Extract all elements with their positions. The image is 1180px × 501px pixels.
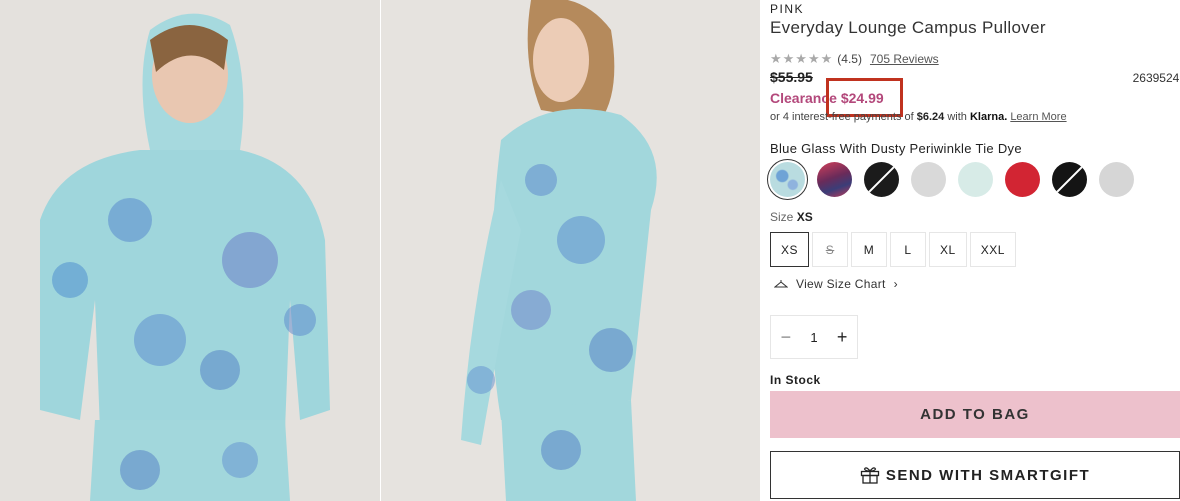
size-option-xxl[interactable]: XXL [969, 232, 1016, 267]
klarna-prefix: or 4 interest-free payments of [770, 111, 917, 123]
size-chart-label: View Size Chart [796, 277, 886, 291]
size-option-l[interactable]: L [890, 232, 927, 267]
product-title: Everyday Lounge Campus Pullover [770, 18, 1046, 37]
rating-value: (4.5) [837, 52, 862, 66]
size-selected-value: XS [796, 210, 813, 224]
color-swatch-berry-tie-dye[interactable] [817, 162, 852, 197]
reviews-link[interactable]: 705 Reviews [870, 52, 939, 66]
color-swatch-light-gray[interactable] [1099, 162, 1134, 197]
quantity-increase-button[interactable]: + [837, 327, 848, 348]
klarna-learn-more-link[interactable]: Learn More [1010, 111, 1066, 123]
stock-status: In Stock [770, 373, 821, 387]
klarna-with: with [944, 111, 970, 123]
size-options: XS S M L XL XXL [770, 232, 1016, 267]
color-swatch-black-1[interactable] [864, 162, 899, 197]
color-swatch-mint[interactable] [958, 162, 993, 197]
model-front-photo [0, 0, 380, 501]
rating-row: ★★★★★ (4.5) 705 Reviews [770, 51, 939, 67]
gift-icon [860, 467, 879, 484]
size-option-m[interactable]: M [851, 232, 888, 267]
size-label: Size XS [770, 210, 813, 224]
original-price: $55.95 [770, 69, 813, 85]
add-to-bag-button[interactable]: ADD TO BAG [770, 391, 1180, 438]
color-swatch-heather-gray[interactable] [911, 162, 946, 197]
size-option-s[interactable]: S [812, 232, 849, 267]
smartgift-label: SEND WITH SMARTGIFT [885, 466, 1091, 484]
color-swatch-blue-tie-dye[interactable] [767, 159, 808, 200]
klarna-payment-info: or 4 interest-free payments of $6.24 wit… [770, 111, 1067, 123]
product-photo-front[interactable] [0, 0, 380, 501]
chevron-right-icon: › [893, 277, 898, 291]
brand-name: PINK [770, 2, 805, 16]
quantity-decrease-button[interactable]: − [781, 327, 792, 348]
color-swatch-black-2[interactable] [1052, 162, 1087, 197]
product-photo-side[interactable] [381, 0, 760, 501]
quantity-stepper: − 1 + [770, 315, 858, 359]
selected-color-name: Blue Glass With Dusty Periwinkle Tie Dye [770, 141, 1022, 156]
model-side-photo [381, 0, 760, 501]
view-size-chart-link[interactable]: View Size Chart › [774, 277, 898, 291]
size-label-text: Size [770, 210, 794, 224]
star-rating-icon: ★★★★★ [770, 51, 834, 66]
product-info-panel: PINK Everyday Lounge Campus Pullover ★★★… [767, 0, 1180, 501]
send-with-smartgift-button[interactable]: SEND WITH SMARTGIFT [770, 451, 1180, 499]
size-option-xs[interactable]: XS [770, 232, 810, 267]
quantity-value: 1 [810, 329, 818, 345]
ruler-hanger-icon [774, 280, 788, 288]
klarna-amount: $6.24 [916, 111, 945, 123]
color-swatches [767, 159, 1134, 200]
klarna-logo: Klarna. [969, 111, 1008, 123]
product-sku: 26395249 [1132, 71, 1180, 85]
color-swatch-red[interactable] [1005, 162, 1040, 197]
size-option-xl[interactable]: XL [929, 232, 967, 267]
